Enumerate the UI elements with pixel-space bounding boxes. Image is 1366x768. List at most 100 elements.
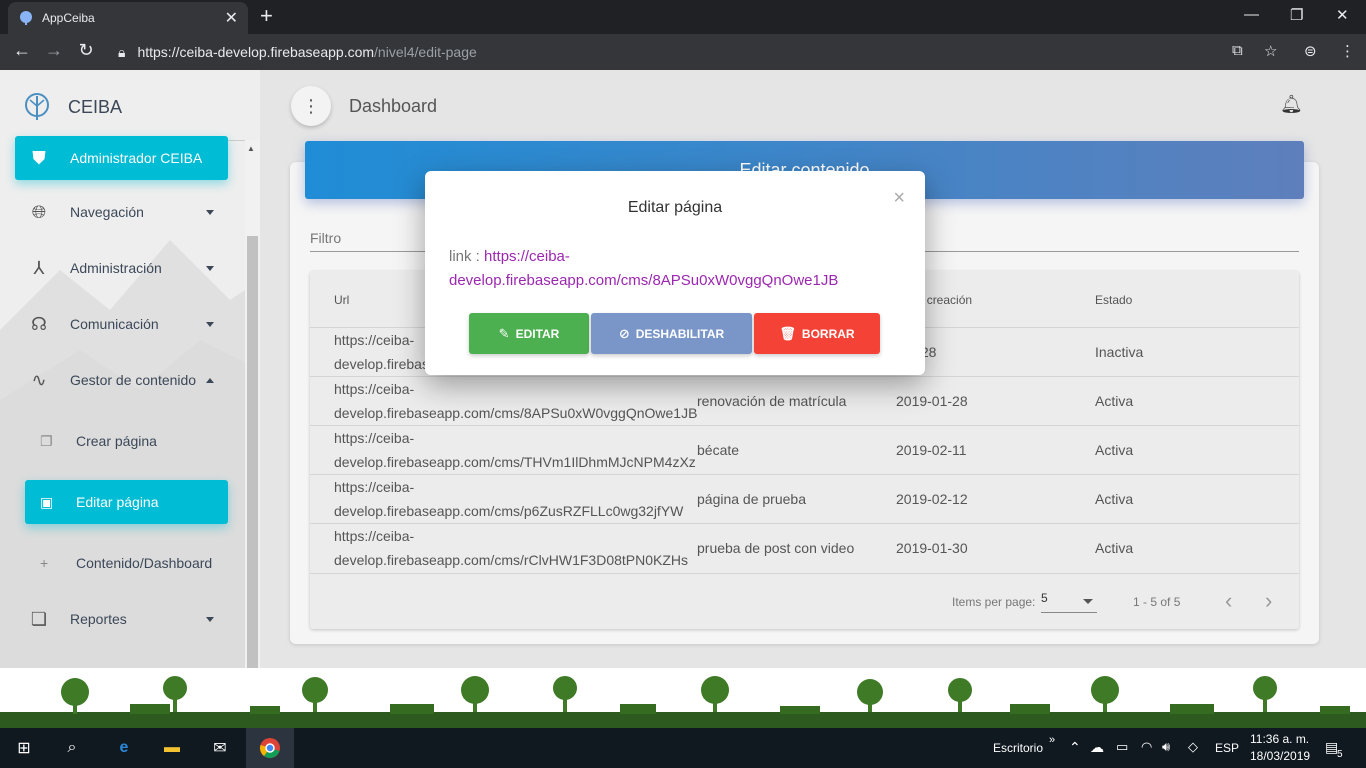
bookmark-star-icon[interactable]: ☆ [1264,42,1277,60]
minimize-icon[interactable]: — [1244,6,1259,23]
clock-time[interactable]: 11:36 a. m. [1250,732,1309,746]
translate-icon[interactable]: ⧉ [1232,42,1243,59]
battery-icon[interactable]: ▭ [1116,739,1128,755]
browser-toolbar: ← → ↻ 🔒︎ https://ceiba-develop.firebasea… [0,34,1366,70]
file-explorer-icon[interactable]: ▬ [148,728,196,768]
url-host: https://ceiba-develop.firebaseapp.com [137,44,375,60]
caret-down-icon [206,209,214,215]
table-row[interactable]: https://ceiba-develop.firebaseapp.com/cm… [310,474,1299,523]
sidebar-item-comunicacion[interactable]: ☊ Comunicación [15,302,228,346]
sidebar-scroll-thumb[interactable] [247,236,258,668]
notifications-bell-icon[interactable]: 🔔︎ [1280,94,1303,115]
delete-button-label: BORRAR [801,326,855,341]
disable-button[interactable]: ⊘ DESHABILITAR [591,313,752,354]
sidebar-item-label: Navegación [70,204,144,220]
more-vert-icon: ⋮ [302,95,320,116]
sidebar-item-administrador-ceiba[interactable]: ⛊ Administrador CEIBA [15,136,228,180]
window-close-icon[interactable]: ✕ [1336,6,1349,24]
desktop-toolbar-label[interactable]: Escritorio [993,741,1043,755]
clock-date[interactable]: 18/03/2019 [1250,749,1310,763]
table-row[interactable]: https://ceiba-develop.firebaseapp.com/cm… [310,376,1299,425]
sidebar-item-label: Administrador CEIBA [70,150,203,166]
sidebar-item-administracion[interactable]: ⅄ Administración [15,246,228,290]
tray-chevron-up-icon[interactable]: ⌃ [1069,739,1081,756]
wifi-icon[interactable]: ◠ [1141,739,1152,755]
speaker-icon: ☊ [31,313,47,334]
plus-icon: + [40,555,49,571]
block-icon: ⊘ [618,325,630,341]
sidebar-item-label: Administración [70,260,162,276]
edit-button-label: EDITAR [515,326,560,341]
sidebar-item-gestor-de-contenido[interactable]: ∿ Gestor de contenido [15,358,228,402]
trees-silhouette-illustration [0,676,1366,728]
sidebar-subitem-label: Crear página [76,433,157,449]
page-title: Dashboard [349,96,438,116]
column-header-state[interactable]: Estado [1095,293,1132,307]
mail-icon[interactable]: ✉ [196,728,244,768]
page-range: 1 - 5 of 5 [1133,595,1181,609]
footer-landscape-banner [0,668,1366,728]
dialog-close-icon[interactable]: × [893,187,905,210]
sidebar-subitem-contenido-dashboard[interactable]: + Contenido/Dashboard [25,541,228,585]
brand[interactable]: CEIBA [22,92,122,122]
sidebar-subitem-label: Contenido/Dashboard [76,555,213,571]
edge-browser-icon[interactable]: e [100,728,148,768]
input-language[interactable]: ESP [1215,741,1239,755]
forward-icon[interactable]: → [42,40,66,61]
new-tab-icon[interactable]: + [260,5,273,27]
cell-state: Activa [1095,393,1134,409]
search-icon[interactable]: ⌕ [48,728,96,768]
toolbar-expand-icon[interactable]: » [1049,734,1055,746]
cell-date: 2019-01-28 [896,393,968,409]
restore-icon[interactable]: ❐ [1290,6,1303,24]
documents-icon: ❏ [30,608,48,629]
sidebar-item-reportes[interactable]: ❏ Reportes [15,597,228,641]
cell-name: prueba de post con video [697,540,855,556]
extension-icon[interactable]: ⊜ [1304,42,1317,60]
onedrive-cloud-icon[interactable]: ☁ [1090,739,1104,756]
lock-icon: 🔒︎ [118,43,126,60]
scroll-up-icon[interactable]: ▲ [247,144,255,153]
cell-state: Inactiva [1095,344,1144,360]
page-size-select[interactable]: 5 [1041,591,1097,613]
caret-down-icon [206,265,214,271]
hub-icon: ⅄ [33,257,45,278]
sidebar-item-label: Gestor de contenido [70,372,197,388]
dropbox-icon[interactable]: ◇ [1188,739,1198,755]
disable-button-label: DESHABILITAR [635,326,725,341]
table-row[interactable]: https://ceiba-develop.firebaseapp.com/cm… [310,425,1299,474]
caret-up-icon [206,377,214,383]
volume-icon[interactable]: 🔊︎ [1162,739,1170,755]
cell-date: 2019-02-12 [896,491,968,507]
browser-tab[interactable]: AppCeiba ✕ [8,2,248,34]
address-bar[interactable]: 🔒︎ https://ceiba-develop.firebaseapp.com… [110,38,1260,66]
cell-url: https://ceiba-develop.firebaseapp.com/cm… [334,479,684,519]
chrome-icon[interactable] [246,728,294,768]
cell-state: Activa [1095,540,1134,556]
column-header-url[interactable]: Url [334,293,349,307]
sidebar-subitem-editar-pagina[interactable]: ▣ Editar página [25,480,228,524]
start-windows-icon[interactable]: ⊞ [0,728,48,768]
browser-tabbar: AppCeiba ✕ + — ❐ ✕ [0,0,1366,34]
pencil-icon: ✎ [498,325,510,341]
sidebar: CEIBA ⛊ Administrador CEIBA 🌐︎ Navegació… [0,70,260,668]
more-menu-button[interactable]: ⋮ [291,86,331,126]
previous-page-icon[interactable]: ‹ [1225,588,1232,614]
edit-file-icon: ▣ [40,493,54,510]
sidebar-item-navegacion[interactable]: 🌐︎ Navegación [15,190,228,234]
delete-button[interactable]: 🗑︎ BORRAR [754,313,880,354]
edit-button[interactable]: ✎ EDITAR [469,313,589,354]
next-page-icon[interactable]: › [1265,588,1272,614]
back-icon[interactable]: ← [10,40,34,61]
menu-dots-icon[interactable]: ⋮ [1340,42,1355,60]
sidebar-subitem-crear-pagina[interactable]: ❐ Crear página [25,419,228,463]
reload-icon[interactable]: ↻ [74,40,98,61]
gesture-icon: ∿ [31,369,47,390]
windows-taskbar: ⊞ ⌕ e ▬ ✉ Escritorio » ⌃ ☁ ▭ ◠ 🔊︎ ◇ ESP … [0,728,1366,768]
page-link[interactable]: https://ceiba-develop.firebaseapp.com/cm… [449,248,838,289]
ceiba-logo-icon [25,93,49,120]
cell-name: página de prueba [697,491,806,507]
tab-close-icon[interactable]: ✕ [225,8,238,28]
cell-state: Activa [1095,491,1134,507]
table-row[interactable]: https://ceiba-develop.firebaseapp.com/cm… [310,523,1299,572]
